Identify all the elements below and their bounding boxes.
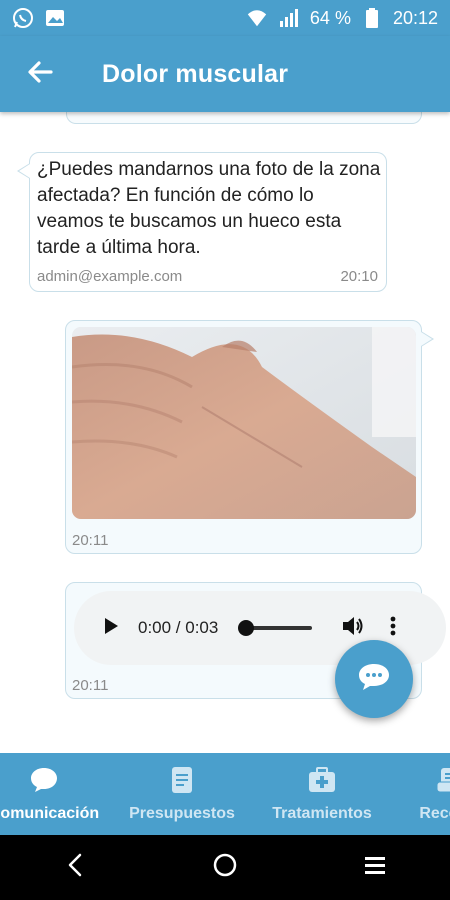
play-icon — [103, 617, 119, 640]
status-bar: 64 % 20:12 — [0, 0, 450, 36]
message-incoming[interactable]: ¿Puedes mandarnos una foto de la zona af… — [17, 152, 387, 292]
battery-percent: 64 % — [309, 7, 351, 28]
message-time: 20:11 — [72, 677, 109, 694]
app-bar: Dolor muscular — [0, 36, 450, 112]
system-home-button[interactable] — [195, 838, 255, 898]
audio-more-button[interactable] — [388, 615, 398, 641]
system-recents-button[interactable] — [345, 838, 405, 898]
battery-icon — [361, 7, 383, 29]
first-aid-kit-icon — [307, 766, 337, 799]
new-message-fab[interactable] — [335, 640, 413, 718]
page-title: Dolor muscular — [102, 59, 289, 88]
message-photo[interactable] — [72, 327, 416, 519]
system-back-button[interactable] — [45, 838, 105, 898]
message-time: 20:10 — [340, 268, 378, 285]
signal-icon — [278, 7, 300, 29]
chat-icon — [29, 766, 59, 799]
volume-button[interactable] — [340, 615, 366, 641]
nav-presupuestos[interactable]: Presupuestos — [118, 753, 246, 835]
recents-icon — [363, 855, 387, 880]
system-navigation-bar — [0, 835, 450, 900]
whatsapp-icon — [12, 7, 34, 29]
arrow-left-icon — [26, 58, 54, 91]
message-time: 20:11 — [72, 532, 109, 549]
prescription-icon — [435, 766, 450, 799]
message-text: ¿Puedes mandarnos una foto de la zona af… — [37, 159, 381, 258]
nav-label: Recetas — [419, 804, 450, 822]
play-button[interactable] — [100, 617, 122, 639]
image-icon — [44, 7, 66, 29]
back-button[interactable] — [0, 36, 80, 112]
document-icon — [170, 766, 194, 799]
chat-bubble-icon — [357, 662, 391, 697]
bottom-navigation: Comunicación Presupuestos Tratamientos R… — [0, 753, 450, 835]
nav-label: Tratamientos — [272, 804, 372, 822]
nav-comunicacion[interactable]: Comunicación — [0, 753, 124, 835]
clock: 20:12 — [392, 7, 438, 28]
previous-message-bubble — [66, 112, 422, 124]
more-vertical-icon — [390, 615, 396, 642]
nav-label: Comunicación — [0, 804, 100, 822]
nav-recetas[interactable]: Recetas — [400, 753, 450, 835]
audio-progress-handle[interactable] — [238, 620, 255, 636]
message-outgoing-image[interactable]: 20:11 — [65, 320, 434, 554]
nav-tratamientos[interactable]: Tratamientos — [258, 753, 386, 835]
back-icon — [66, 853, 84, 882]
audio-progress-slider[interactable] — [238, 620, 313, 636]
nav-label: Presupuestos — [129, 804, 235, 822]
wifi-icon — [246, 7, 268, 29]
message-sender: admin@example.com — [37, 268, 183, 285]
home-icon — [212, 852, 238, 883]
audio-time: 0:00 / 0:03 — [138, 618, 219, 637]
volume-icon — [341, 615, 365, 642]
